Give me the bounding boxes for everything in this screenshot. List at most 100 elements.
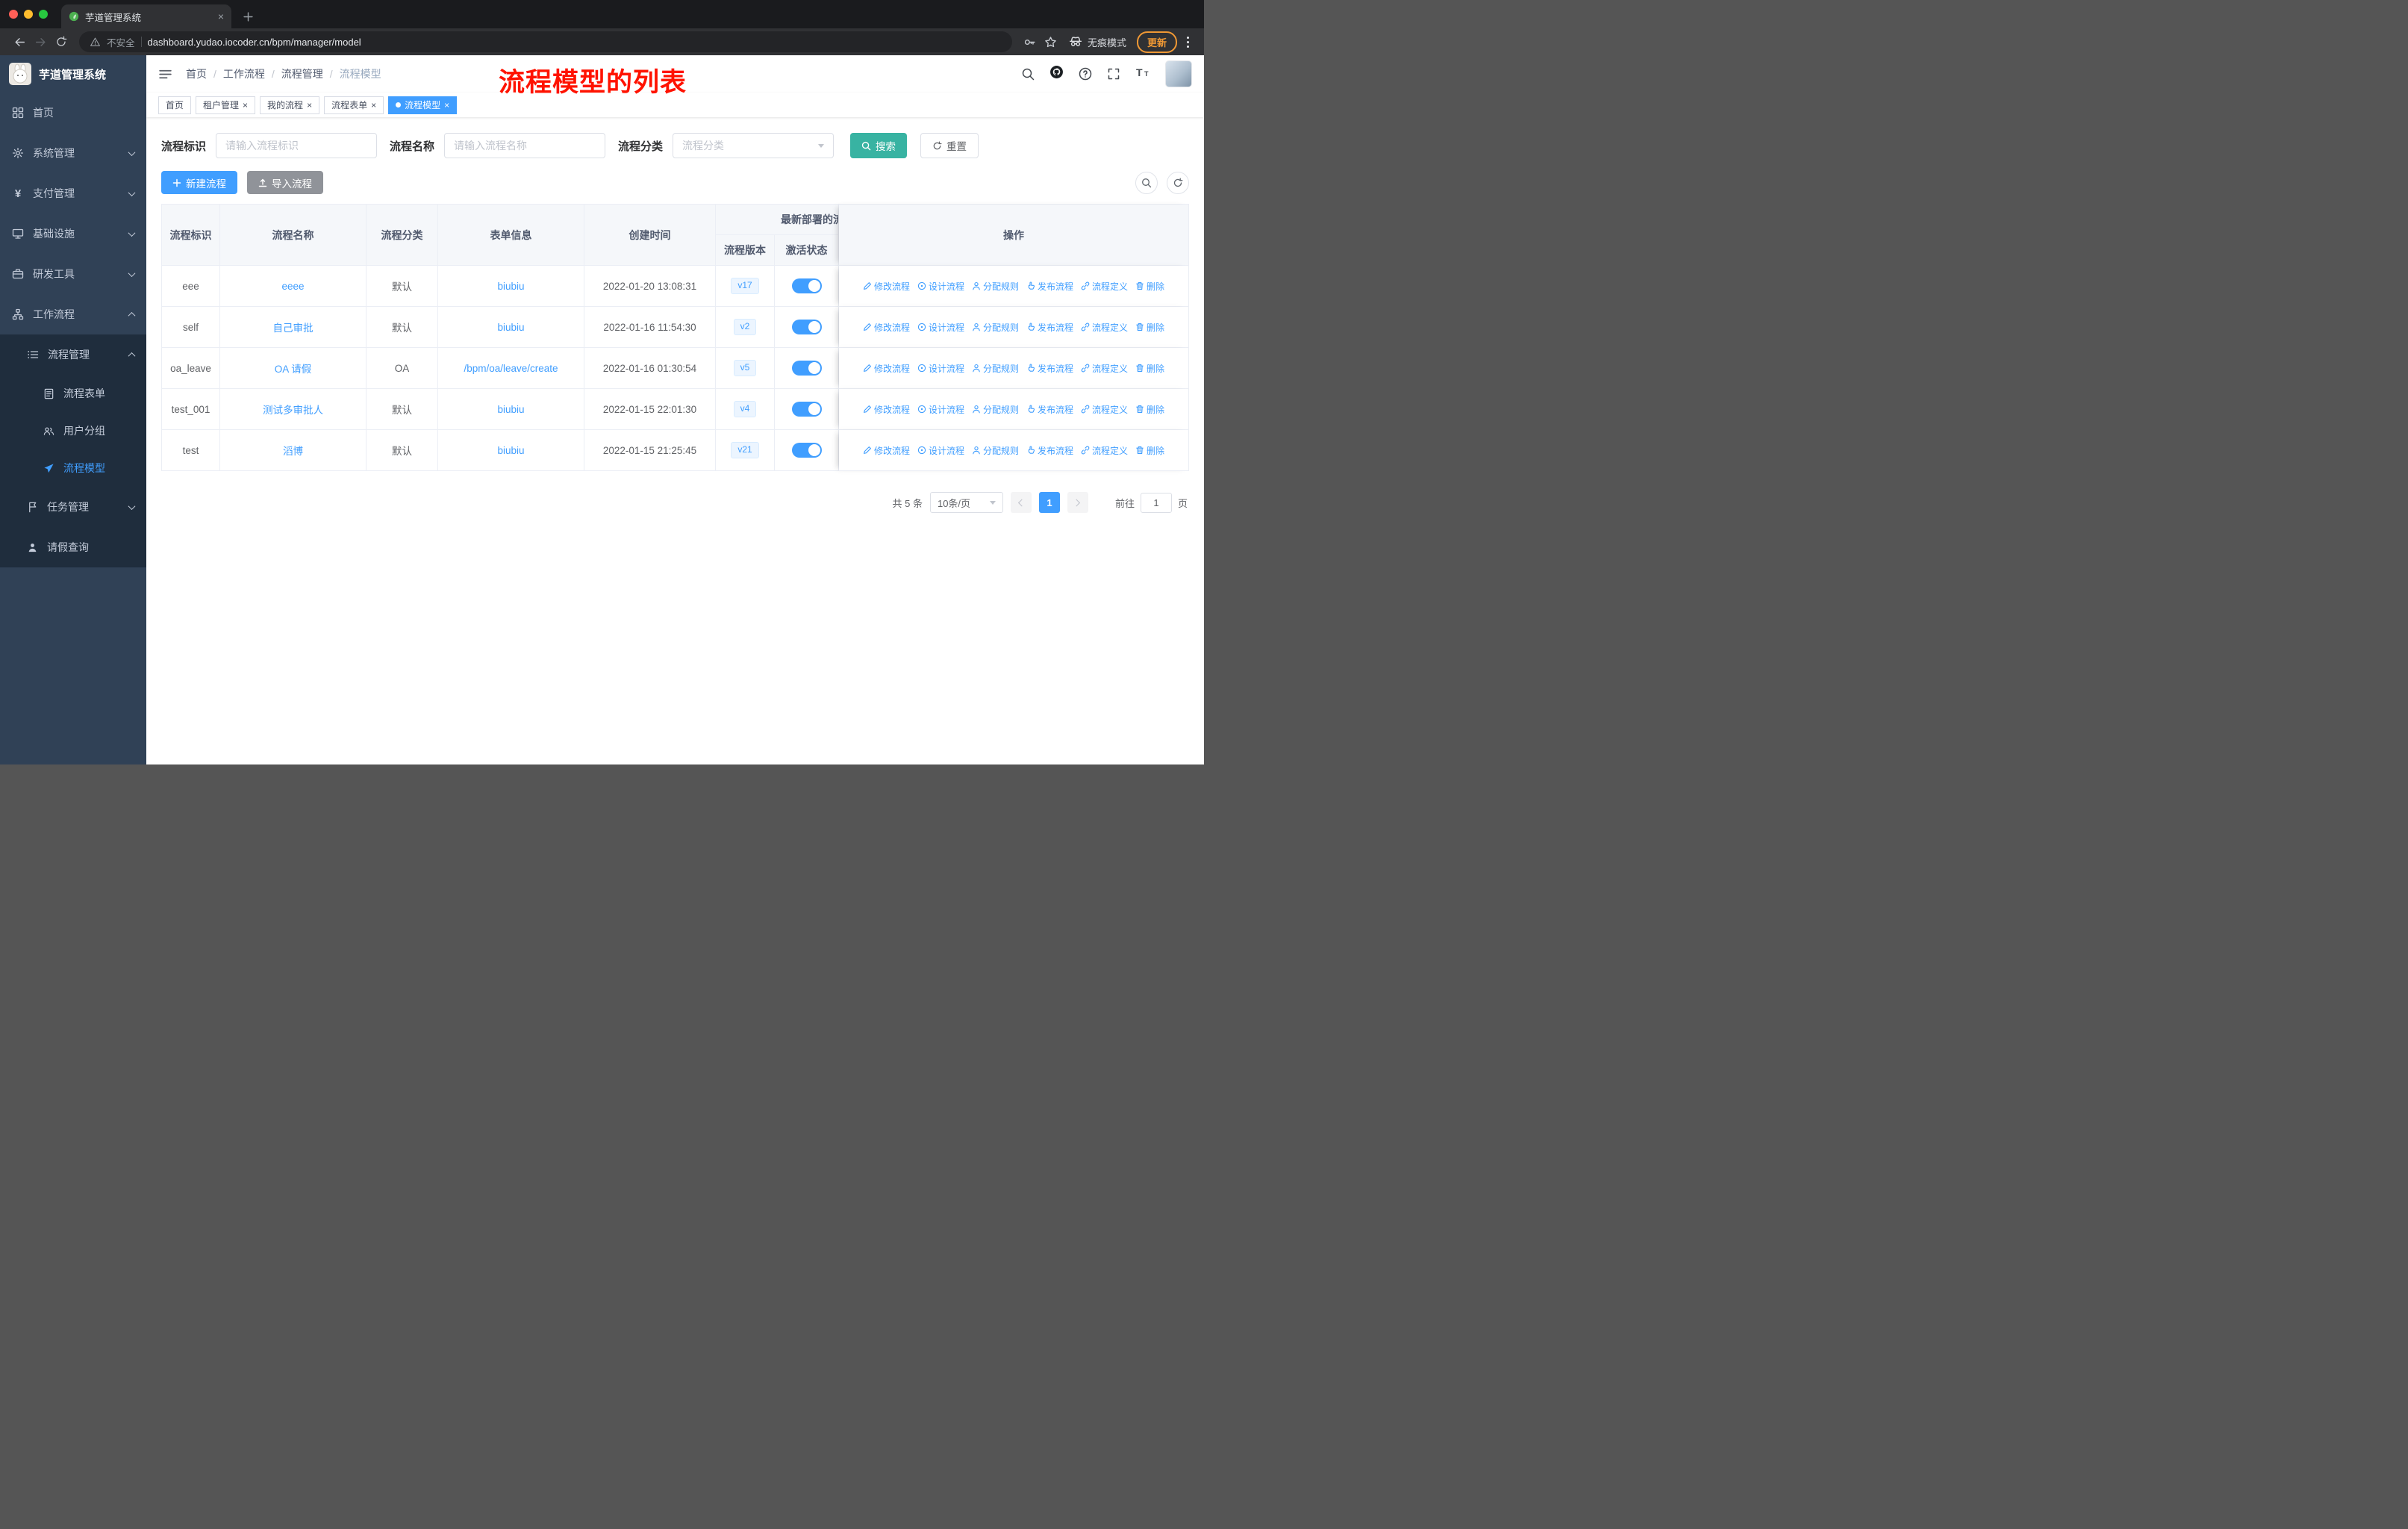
sidebar-item-process-form[interactable]: 流程表单 <box>0 375 146 412</box>
process-key-input[interactable] <box>216 133 378 158</box>
process-definition-action[interactable]: 流程定义 <box>1081 403 1128 416</box>
edit-model-action[interactable]: 修改流程 <box>863 403 910 416</box>
assign-rule-action[interactable]: 分配规则 <box>972 362 1019 375</box>
user-avatar[interactable] <box>1165 60 1192 87</box>
url-text[interactable]: dashboard.yudao.iocoder.cn/bpm/manager/m… <box>148 37 361 48</box>
window-close-button[interactable] <box>9 10 18 19</box>
model-name-link[interactable]: 滔博 <box>283 446 303 457</box>
active-toggle[interactable] <box>791 402 822 417</box>
design-model-action[interactable]: 设计流程 <box>917 362 964 375</box>
refresh-button[interactable] <box>1167 171 1189 194</box>
breadcrumb-home[interactable]: 首页 <box>186 66 207 81</box>
assign-rule-action[interactable]: 分配规则 <box>972 280 1019 293</box>
assign-rule-action[interactable]: 分配规则 <box>972 444 1019 457</box>
form-info-link[interactable]: biubiu <box>497 281 524 292</box>
sidebar-item-system[interactable]: 系统管理 <box>0 133 146 173</box>
new-tab-button[interactable] <box>237 6 258 27</box>
sidebar-item-process-model[interactable]: 流程模型 <box>0 449 146 487</box>
publish-model-action[interactable]: 发布流程 <box>1026 403 1073 416</box>
form-info-link[interactable]: biubiu <box>497 404 524 415</box>
bookmark-star-icon[interactable] <box>1041 31 1061 52</box>
process-name-input[interactable] <box>444 133 606 158</box>
design-model-action[interactable]: 设计流程 <box>917 280 964 293</box>
active-toggle[interactable] <box>791 320 822 334</box>
import-process-button[interactable]: 导入流程 <box>247 171 323 194</box>
assign-rule-action[interactable]: 分配规则 <box>972 403 1019 416</box>
window-zoom-button[interactable] <box>39 10 48 19</box>
publish-model-action[interactable]: 发布流程 <box>1026 444 1073 457</box>
sidebar-item-infra[interactable]: 基础设施 <box>0 214 146 254</box>
search-icon[interactable] <box>1021 67 1035 81</box>
form-info-link[interactable]: /bpm/oa/leave/create <box>464 363 558 374</box>
delete-model-action[interactable]: 删除 <box>1135 403 1164 416</box>
sidebar-item-home[interactable]: 首页 <box>0 93 146 133</box>
edit-model-action[interactable]: 修改流程 <box>863 321 910 334</box>
process-definition-action[interactable]: 流程定义 <box>1081 362 1128 375</box>
assign-rule-action[interactable]: 分配规则 <box>972 321 1019 334</box>
model-name-link[interactable]: 自己审批 <box>273 323 314 334</box>
active-toggle[interactable] <box>791 443 822 458</box>
page-number-button[interactable]: 1 <box>1038 492 1060 513</box>
edit-model-action[interactable]: 修改流程 <box>863 444 910 457</box>
goto-page-input[interactable] <box>1140 492 1172 513</box>
fullscreen-icon[interactable] <box>1107 67 1120 81</box>
tag-process-form[interactable]: 流程表单 × <box>324 96 384 114</box>
delete-model-action[interactable]: 删除 <box>1135 321 1164 334</box>
sidebar-item-workflow[interactable]: 工作流程 <box>0 294 146 334</box>
design-model-action[interactable]: 设计流程 <box>917 403 964 416</box>
sidebar-item-user-group[interactable]: 用户分组 <box>0 412 146 449</box>
process-category-select[interactable]: 流程分类 <box>673 133 835 158</box>
sidebar-item-leave-query[interactable]: 请假查询 <box>0 527 146 567</box>
github-icon[interactable] <box>1049 65 1064 83</box>
close-icon[interactable]: × <box>444 101 449 110</box>
forward-button[interactable] <box>30 31 51 52</box>
collapse-sidebar-icon[interactable] <box>158 67 172 81</box>
publish-model-action[interactable]: 发布流程 <box>1026 321 1073 334</box>
active-toggle[interactable] <box>791 361 822 376</box>
model-name-link[interactable]: eeee <box>281 281 304 292</box>
form-info-link[interactable]: biubiu <box>497 445 524 456</box>
sidebar-item-process-manage[interactable]: 流程管理 <box>0 334 146 375</box>
active-toggle[interactable] <box>791 278 822 293</box>
url-bar[interactable]: 不安全 dashboard.yudao.iocoder.cn/bpm/manag… <box>79 31 1012 52</box>
tag-process-model[interactable]: 流程模型 × <box>388 96 458 114</box>
window-minimize-button[interactable] <box>24 10 33 19</box>
sidebar-item-payment[interactable]: ¥ 支付管理 <box>0 173 146 214</box>
close-icon[interactable]: × <box>243 101 248 110</box>
process-definition-action[interactable]: 流程定义 <box>1081 444 1128 457</box>
design-model-action[interactable]: 设计流程 <box>917 321 964 334</box>
sidebar-item-devtools[interactable]: 研发工具 <box>0 254 146 294</box>
page-size-select[interactable]: 10条/页 <box>929 492 1003 513</box>
breadcrumb-workflow[interactable]: 工作流程 <box>223 66 265 81</box>
font-size-icon[interactable]: TT <box>1135 66 1150 83</box>
publish-model-action[interactable]: 发布流程 <box>1026 280 1073 293</box>
tag-tenant[interactable]: 租户管理 × <box>196 96 256 114</box>
help-icon[interactable] <box>1079 67 1092 81</box>
prev-page-button[interactable] <box>1010 492 1032 513</box>
back-button[interactable] <box>9 31 30 52</box>
design-model-action[interactable]: 设计流程 <box>917 444 964 457</box>
publish-model-action[interactable]: 发布流程 <box>1026 362 1073 375</box>
tab-close-icon[interactable]: × <box>218 10 224 22</box>
browser-menu-icon[interactable] <box>1180 31 1195 52</box>
close-icon[interactable]: × <box>371 101 376 110</box>
tag-home[interactable]: 首页 <box>158 96 192 114</box>
edit-model-action[interactable]: 修改流程 <box>863 362 910 375</box>
edit-model-action[interactable]: 修改流程 <box>863 280 910 293</box>
search-button[interactable]: 搜索 <box>850 133 908 158</box>
delete-model-action[interactable]: 删除 <box>1135 444 1164 457</box>
toggle-search-button[interactable] <box>1135 171 1158 194</box>
model-name-link[interactable]: 测试多审批人 <box>263 405 323 416</box>
password-key-icon[interactable] <box>1020 31 1041 52</box>
security-label[interactable]: 不安全 <box>107 35 135 49</box>
update-button[interactable]: 更新 <box>1136 31 1177 53</box>
reset-button[interactable]: 重置 <box>920 133 979 158</box>
tag-my-process[interactable]: 我的流程 × <box>260 96 320 114</box>
close-icon[interactable]: × <box>307 101 312 110</box>
process-definition-action[interactable]: 流程定义 <box>1081 280 1128 293</box>
form-info-link[interactable]: biubiu <box>497 322 524 333</box>
reload-button[interactable] <box>51 31 72 52</box>
breadcrumb-process-manage[interactable]: 流程管理 <box>281 66 323 81</box>
browser-tab[interactable]: 芋道管理系统 × <box>61 4 231 28</box>
next-page-button[interactable] <box>1067 492 1088 513</box>
